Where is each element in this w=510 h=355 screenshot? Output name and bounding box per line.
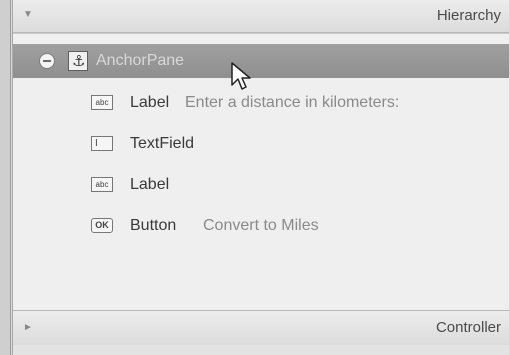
left-splitter[interactable] [0,0,11,355]
scene-builder-window: ▼ Hierarchy ⚓ AnchorPane abc Label Enter… [0,0,510,355]
tree-row-type: Label [130,94,170,111]
tree-row-label-kilometers[interactable]: abc Label Enter a distance in kilometers… [13,86,509,120]
hierarchy-tree: ⚓ AnchorPane abc Label Enter a distance … [13,33,509,310]
anchor-icon: ⚓ [68,51,88,71]
hierarchy-header[interactable]: ▼ Hierarchy [13,0,509,33]
tree-row-textfield[interactable]: I TextField [13,127,509,161]
tree-row-label: AnchorPane [96,52,185,69]
tree-row-type: TextField [130,135,195,152]
abc-icon: abc [91,177,113,192]
tree-row-type: Button [130,217,177,234]
ok-icon: OK [91,218,113,233]
controller-header[interactable]: ► Controller [13,310,509,345]
collapse-node-icon[interactable] [39,53,55,69]
abc-icon: abc [91,95,113,110]
tree-row-type: Label [130,176,170,193]
anchor-glyph: ⚓ [72,53,86,70]
hierarchy-title: Hierarchy [436,7,501,24]
expand-triangle-icon[interactable]: ► [23,322,33,333]
controller-title: Controller [435,319,501,336]
tree-row-text: Enter a distance in kilometers: [185,94,400,111]
tree-row-anchorpane[interactable]: ⚓ AnchorPane [13,44,509,78]
textfield-icon: I [91,136,113,151]
collapse-triangle-icon[interactable]: ▼ [23,9,33,20]
tree-row-button[interactable]: OK Button Convert to Miles [13,209,509,243]
tree-row-label[interactable]: abc Label [13,168,509,202]
tree-row-text: Convert to Miles [203,217,319,234]
document-panel: ▼ Hierarchy ⚓ AnchorPane abc Label Enter… [12,0,509,355]
